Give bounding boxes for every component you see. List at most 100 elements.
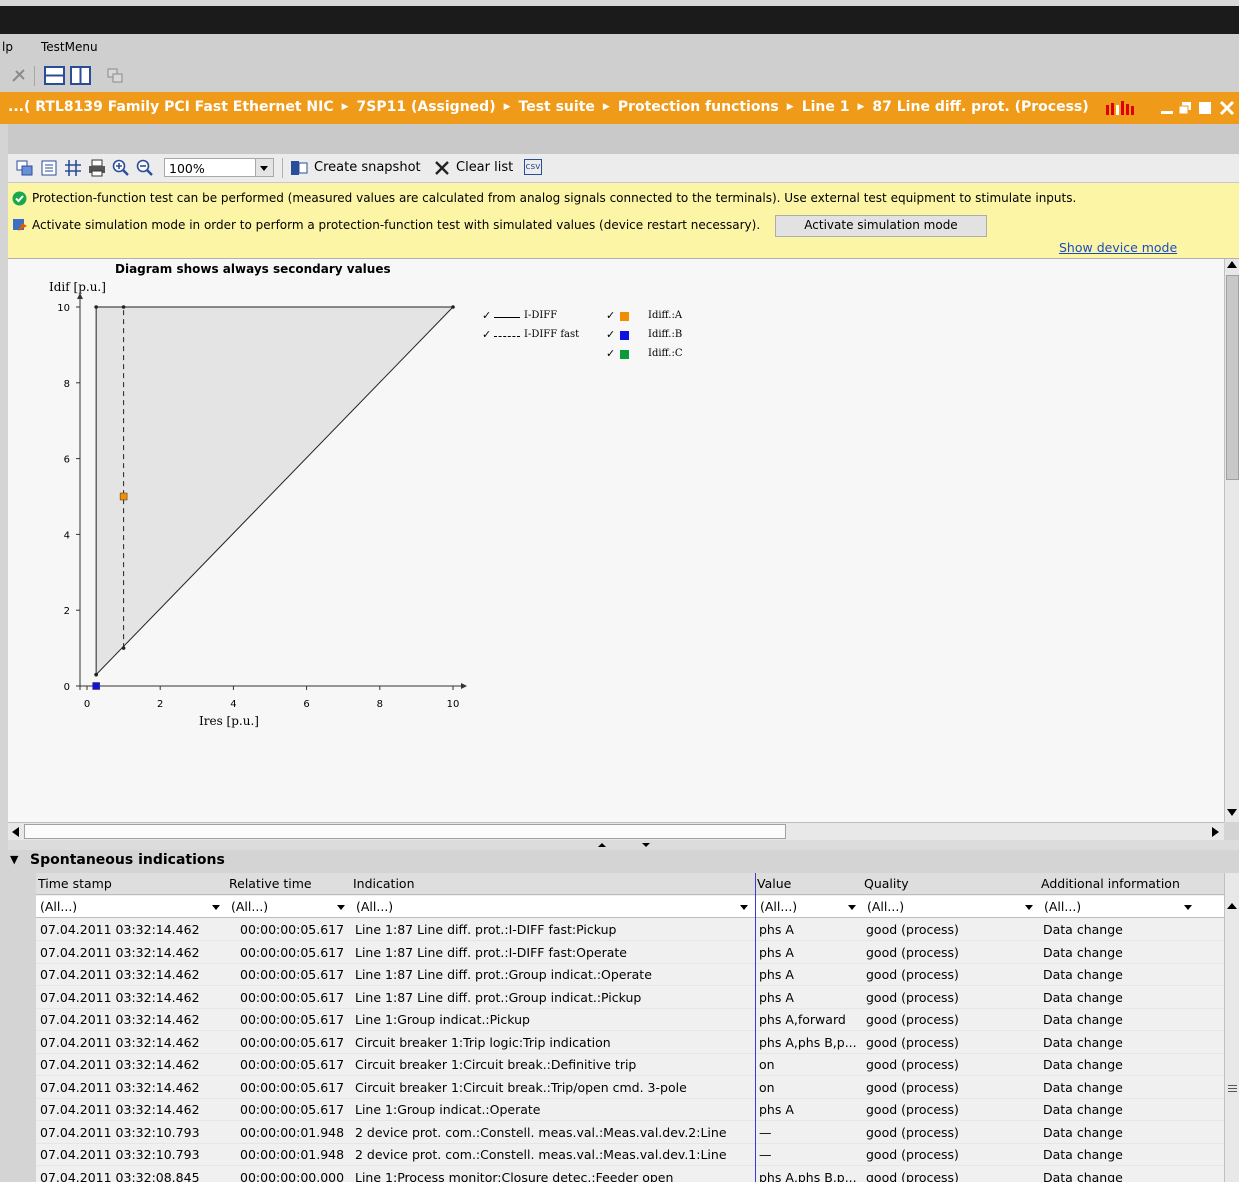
menu-test[interactable]: TestMenu [41, 40, 98, 54]
legend-item-idiff-a[interactable]: ✓ Idiff.:A [606, 309, 696, 327]
scroll-grip-icon[interactable] [1228, 1085, 1237, 1086]
zoom-dropdown-button[interactable] [255, 159, 273, 176]
float-window-icon[interactable] [1178, 101, 1192, 115]
chart-view-icon[interactable] [16, 159, 34, 177]
cell-timestamp: 07.04.2011 03:32:14.462 [40, 1012, 200, 1027]
scroll-grip-icon[interactable] [1228, 1091, 1237, 1092]
legend-item-idiff[interactable]: ✓ I-DIFF [482, 309, 572, 327]
filter-additional-info[interactable]: (All...) [1040, 896, 1196, 918]
scroll-up-icon[interactable] [1227, 903, 1237, 909]
scroll-down-icon[interactable] [1227, 809, 1237, 816]
table-row[interactable]: 07.04.2011 03:32:14.462 00:00:00:05.617 Li… [36, 941, 1224, 964]
info-message-simulation: Activate simulation mode in order to per… [32, 218, 761, 232]
grid-icon[interactable] [64, 159, 82, 177]
scrollbar-thumb[interactable] [24, 824, 786, 839]
split-vertical-icon[interactable] [70, 66, 92, 86]
scroll-right-icon[interactable] [1212, 827, 1219, 837]
cell-quality: good (process) [866, 1079, 959, 1095]
column-header-quality[interactable]: Quality [864, 876, 909, 891]
filter-value: (All...) [1044, 899, 1082, 914]
table-vertical-scrollbar[interactable] [1224, 873, 1239, 1182]
series-vertex [94, 672, 98, 677]
legend-item-idiff-c[interactable]: ✓ Idiff.:C [606, 347, 696, 365]
collapse-triangle-icon[interactable]: ▼ [10, 853, 18, 866]
table-row[interactable]: 07.04.2011 03:32:14.462 00:00:00:05.617 Li… [36, 1009, 1224, 1031]
column-header-additional-info[interactable]: Additional information [1041, 876, 1180, 891]
cell-relative-time: 00:00:00:05.617 [240, 1057, 345, 1072]
table-row[interactable]: 07.04.2011 03:32:14.462 00:00:00:05.617 Li… [36, 986, 1224, 1009]
spontaneous-indications-header[interactable]: ▼ Spontaneous indications [8, 850, 1239, 872]
column-header-value[interactable]: Value [757, 876, 791, 891]
activate-simulation-button[interactable]: Activate simulation mode [775, 215, 987, 237]
breadcrumb-item[interactable]: Test suite [519, 99, 595, 115]
table-row[interactable]: 07.04.2011 03:32:10.793 00:00:00:01.948 2 … [36, 1144, 1224, 1166]
indications-table: Time stamp Relative time Indication Valu… [36, 873, 1224, 1182]
chevron-down-icon [260, 166, 268, 171]
breadcrumb-item[interactable]: Line 1 [802, 99, 850, 115]
column-header-relative-time[interactable]: Relative time [229, 876, 312, 891]
splitter-up-icon[interactable] [598, 843, 606, 847]
table-row[interactable]: 07.04.2011 03:32:14.462 00:00:00:05.617 Ci… [36, 1076, 1224, 1099]
legend-line-series: ✓ I-DIFF ✓ I-DIFF fast [482, 309, 579, 349]
chevron-down-icon [337, 905, 345, 910]
table-row[interactable]: 07.04.2011 03:32:14.462 00:00:00:05.617 Ci… [36, 1054, 1224, 1076]
diagram-vertical-scrollbar[interactable] [1224, 259, 1239, 822]
zoom-in-icon[interactable] [112, 159, 130, 177]
table-row[interactable]: 07.04.2011 03:32:08.845 00:00:00:00.000 Li… [36, 1166, 1224, 1182]
breadcrumb-item[interactable]: 7SP11 (Assigned) [357, 99, 496, 115]
disconnect-icon[interactable] [10, 67, 28, 85]
menu-help[interactable]: lp [2, 40, 13, 54]
cell-value: — [759, 1147, 772, 1162]
table-row[interactable]: 07.04.2011 03:32:14.462 00:00:00:05.617 Li… [36, 964, 1224, 986]
minimize-icon[interactable] [1160, 102, 1174, 116]
window-arrange-icon[interactable] [106, 67, 124, 85]
splitter-down-icon[interactable] [642, 843, 650, 847]
export-csv-icon[interactable]: csv [524, 159, 542, 175]
table-row[interactable]: 07.04.2011 03:32:10.793 00:00:00:01.948 2 … [36, 1121, 1224, 1144]
filter-relative-time[interactable]: (All...) [227, 896, 351, 918]
cell-indication: Line 1:87 Line diff. prot.:Group indicat… [355, 967, 652, 982]
series-vertex [94, 305, 98, 309]
filter-quality[interactable]: (All...) [863, 896, 1039, 918]
table-row[interactable]: 07.04.2011 03:32:14.462 00:00:00:05.617 Li… [36, 919, 1224, 941]
y-axis-arrow [77, 293, 83, 299]
online-status-icon [1106, 101, 1134, 115]
breadcrumb-item[interactable]: ...( RTL8139 Family PCI Fast Ethernet NI… [8, 99, 334, 115]
diagram-horizontal-scrollbar[interactable] [8, 822, 1224, 841]
info-message-test: Protection-function test can be performe… [32, 191, 1077, 205]
print-icon[interactable] [88, 159, 106, 177]
cell-indication: Circuit breaker 1:Circuit break.:Definit… [355, 1057, 637, 1072]
list-view-icon[interactable] [40, 159, 58, 177]
panel-splitter[interactable] [8, 840, 1239, 850]
cell-indication: Line 1:Process monitor:Closure detec.:Fe… [355, 1169, 674, 1182]
scrollbar-thumb[interactable] [1226, 275, 1239, 480]
table-row[interactable]: 07.04.2011 03:32:14.462 00:00:00:05.617 Ci… [36, 1031, 1224, 1054]
filter-value[interactable]: (All...) [756, 896, 862, 918]
legend-item-idiff-b[interactable]: ✓ Idiff.:B [606, 328, 696, 346]
x-tick-label: 2 [157, 699, 163, 710]
cell-additional-info: Data change [1043, 967, 1123, 982]
legend-check-icon: ✓ [606, 309, 616, 322]
close-icon[interactable] [1219, 100, 1235, 116]
filter-value: (All...) [867, 899, 905, 914]
column-header-indication[interactable]: Indication [353, 876, 415, 891]
breadcrumb-separator-icon: ▶ [341, 102, 349, 112]
scroll-grip-icon[interactable] [1228, 1088, 1237, 1089]
scroll-left-icon[interactable] [12, 827, 19, 837]
zoom-out-icon[interactable] [136, 159, 154, 177]
zoom-select[interactable]: 100% [164, 158, 274, 177]
cell-value: — [759, 1124, 772, 1140]
split-horizontal-icon[interactable] [44, 66, 66, 86]
show-device-mode-link[interactable]: Show device mode [1059, 240, 1177, 255]
breadcrumb-item[interactable]: Protection functions [618, 99, 779, 115]
scroll-up-icon[interactable] [1227, 261, 1237, 268]
table-row[interactable]: 07.04.2011 03:32:14.462 00:00:00:05.617 Li… [36, 1099, 1224, 1121]
x-tick-label: 0 [84, 699, 90, 710]
clear-x-icon [435, 161, 449, 175]
legend-item-idiff-fast[interactable]: ✓ I-DIFF fast [482, 328, 579, 346]
column-header-timestamp[interactable]: Time stamp [38, 876, 112, 891]
filter-timestamp[interactable]: (All...) [36, 896, 226, 918]
breadcrumb-item[interactable]: 87 Line diff. prot. (Process) [872, 99, 1088, 115]
maximize-icon[interactable] [1198, 101, 1212, 115]
filter-indication[interactable]: (All...) [352, 896, 754, 918]
